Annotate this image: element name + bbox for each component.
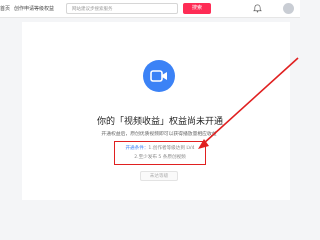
tab-creator-apply[interactable]: 创作申请 [14,5,34,12]
condition-line-1: 开通条件：1.创作者等级达到 LV4 [115,145,205,151]
tab-home[interactable]: 首页 [0,5,10,12]
search-input[interactable]: 网站建议步搜索服务 [66,3,178,14]
condition-1-text: 1.创作者等级达到 LV4 [148,146,195,151]
tab-level-rights[interactable]: 等级权益 [34,5,54,12]
conditions-highlight-box: 开通条件：1.创作者等级达到 LV4 2.至少发布 5 条原创视频 [114,141,206,165]
condition-label: 开通条件： [125,146,149,151]
benefit-description: 开通权益后，原创优质视频即可以获得播放量相应收益 [101,132,217,137]
condition-line-2: 2.至少发布 5 条原创视频 [134,155,186,160]
search-placeholder: 网站建议步搜索服务 [72,7,113,12]
video-camera-icon [143,60,175,92]
pending-level-button[interactable]: 未达等级 [140,171,178,181]
top-navigation-bar: 首页 创作申请 等级权益 网站建议步搜索服务 搜索 [0,0,300,18]
bell-icon[interactable] [253,4,262,13]
page-title: 你的「视频收益」权益尚未开通 [96,117,223,127]
search-button[interactable]: 搜索 [183,3,211,14]
avatar[interactable] [283,3,294,14]
